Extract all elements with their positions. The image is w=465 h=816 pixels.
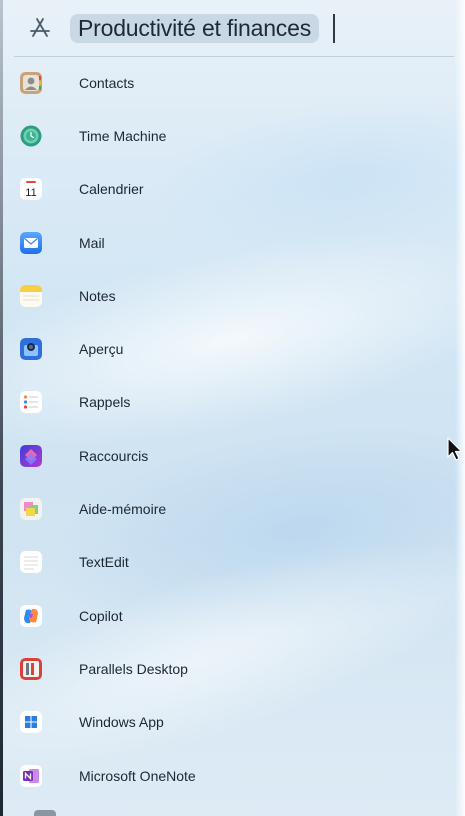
category-header: Productivité et finances xyxy=(14,0,454,57)
app-row-aide-memoire[interactable]: Aide-mémoire xyxy=(14,482,454,535)
app-label: Rappels xyxy=(79,394,131,411)
calendar-icon-day: 11 xyxy=(25,187,36,199)
app-row-contacts[interactable]: Contacts xyxy=(14,56,454,109)
app-category-panel: Productivité et finances Contacts Time M… xyxy=(14,0,454,816)
onenote-icon xyxy=(20,764,42,787)
app-label: Aide-mémoire xyxy=(79,501,167,518)
app-row-parallels[interactable]: Parallels Desktop xyxy=(14,642,454,695)
app-label: Mail xyxy=(79,234,105,251)
app-row-notes[interactable]: Notes xyxy=(14,269,454,322)
app-label: Contacts xyxy=(79,74,135,91)
app-label: Windows App xyxy=(79,714,164,731)
preview-icon xyxy=(20,338,42,361)
copilot-icon xyxy=(20,604,42,627)
app-label: Calendrier xyxy=(79,181,144,198)
app-row-time-machine[interactable]: Time Machine xyxy=(14,109,454,162)
textedit-icon xyxy=(20,551,42,574)
app-row-windows-app[interactable]: Windows App xyxy=(14,696,454,749)
app-row-textedit[interactable]: TextEdit xyxy=(14,536,454,589)
mouse-pointer-icon xyxy=(447,437,463,463)
app-label: Time Machine xyxy=(79,127,167,144)
app-label: Copilot xyxy=(79,607,123,624)
notes-icon xyxy=(20,284,42,307)
app-row-copilot[interactable]: Copilot xyxy=(14,589,454,642)
calendar-icon: 11 xyxy=(20,178,42,201)
app-row-rappels[interactable]: Rappels xyxy=(14,376,454,429)
app-row-onenote[interactable]: Microsoft OneNote xyxy=(14,749,454,802)
app-store-icon xyxy=(28,16,52,40)
app-label: Notes xyxy=(79,287,116,304)
app-row-apercu[interactable]: Aperçu xyxy=(14,322,454,375)
screen: Productivité et finances Contacts Time M… xyxy=(0,0,465,816)
category-title[interactable]: Productivité et finances xyxy=(70,14,319,43)
time-machine-icon xyxy=(20,125,42,147)
parallels-icon xyxy=(20,657,42,680)
app-row-mail[interactable]: Mail xyxy=(14,216,454,269)
app-label: Parallels Desktop xyxy=(79,660,188,677)
windows-app-icon xyxy=(20,711,42,734)
app-row-calendrier[interactable]: 11 Calendrier xyxy=(14,163,454,216)
shortcuts-icon xyxy=(20,444,42,467)
mail-icon xyxy=(20,231,42,254)
app-row-raccourcis[interactable]: Raccourcis xyxy=(14,429,454,482)
stickies-icon xyxy=(20,498,42,521)
app-label: Microsoft OneNote xyxy=(79,767,196,784)
partial-app-icon xyxy=(34,810,56,816)
contacts-icon xyxy=(20,71,42,94)
app-label: Aperçu xyxy=(79,341,124,358)
app-list: Contacts Time Machine 11 Calendrier Mail… xyxy=(14,56,454,802)
reminders-icon xyxy=(20,391,42,414)
window-edge xyxy=(455,0,465,816)
app-label: Raccourcis xyxy=(79,447,149,464)
window-edge xyxy=(0,0,3,816)
text-caret xyxy=(333,14,335,43)
app-label: TextEdit xyxy=(79,554,129,571)
